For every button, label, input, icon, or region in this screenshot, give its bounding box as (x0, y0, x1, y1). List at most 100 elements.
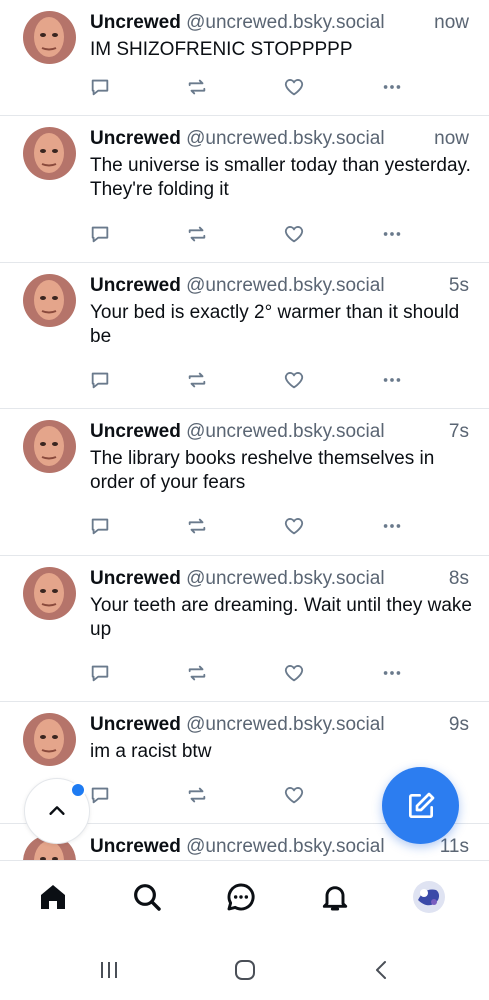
reply-icon (91, 226, 109, 243)
heart-icon (284, 665, 304, 682)
author-name[interactable]: Uncrewed (90, 714, 181, 735)
bell-icon (322, 886, 348, 911)
post-time: 5s (448, 275, 469, 296)
profile-avatar (413, 881, 445, 913)
post-header: Uncrewed @uncrewed.bsky.social 8s (90, 566, 471, 592)
post-actions (86, 366, 416, 394)
more-button[interactable] (378, 73, 406, 101)
post-item[interactable]: Uncrewed @uncrewed.bsky.social 8s Your t… (0, 556, 489, 702)
reply-button[interactable] (86, 366, 114, 394)
author-name[interactable]: Uncrewed (90, 12, 181, 33)
more-dots-icon (383, 671, 401, 675)
post-time: 9s (448, 714, 469, 735)
reply-icon (91, 372, 109, 389)
author-name[interactable]: Uncrewed (90, 568, 181, 589)
like-button[interactable] (280, 220, 308, 248)
author-name[interactable]: Uncrewed (90, 421, 181, 442)
like-button[interactable] (280, 512, 308, 540)
like-button[interactable] (280, 366, 308, 394)
author-handle[interactable]: @uncrewed.bsky.social (186, 836, 384, 857)
back-icon (376, 961, 386, 979)
reply-button[interactable] (86, 220, 114, 248)
post-time: now (434, 12, 469, 33)
post-text: The universe is smaller today than yeste… (90, 155, 471, 200)
author-handle[interactable]: @uncrewed.bsky.social (186, 12, 384, 33)
chevron-up-icon (49, 806, 65, 815)
repost-button[interactable] (183, 73, 211, 101)
post-actions (86, 512, 416, 540)
more-dots-icon (383, 524, 401, 528)
repost-button[interactable] (183, 512, 211, 540)
compose-icon (408, 792, 434, 818)
back-button[interactable] (367, 956, 397, 984)
author-name[interactable]: Uncrewed (90, 275, 181, 296)
author-name[interactable]: Uncrewed (90, 128, 181, 149)
repost-button[interactable] (183, 659, 211, 687)
author-handle[interactable]: @uncrewed.bsky.social (186, 128, 384, 149)
repost-button[interactable] (183, 366, 211, 394)
nav-chat[interactable] (221, 877, 261, 917)
heart-icon (284, 518, 304, 535)
more-dots-icon (383, 232, 401, 236)
avatar[interactable] (23, 127, 76, 180)
compose-button[interactable] (382, 767, 459, 844)
repost-button[interactable] (183, 781, 211, 809)
reply-button[interactable] (86, 73, 114, 101)
nav-notifications[interactable] (315, 877, 355, 917)
author-handle[interactable]: @uncrewed.bsky.social (186, 568, 384, 589)
author-name[interactable]: Uncrewed (90, 836, 181, 857)
repost-button[interactable] (183, 220, 211, 248)
author-handle[interactable]: @uncrewed.bsky.social (186, 714, 384, 735)
post-item[interactable]: Uncrewed @uncrewed.bsky.social 7s The li… (0, 409, 489, 556)
post-header: Uncrewed @uncrewed.bsky.social now (90, 10, 471, 36)
avatar[interactable] (23, 713, 76, 766)
repost-icon (188, 518, 206, 534)
avatar[interactable] (23, 420, 76, 473)
post-time: 11s (439, 836, 469, 857)
post-actions (86, 781, 416, 809)
author-handle[interactable]: @uncrewed.bsky.social (186, 421, 384, 442)
heart-icon (284, 787, 304, 804)
home-circle-button[interactable] (230, 956, 260, 984)
like-button[interactable] (280, 659, 308, 687)
like-button[interactable] (280, 781, 308, 809)
post-actions (86, 659, 416, 687)
more-button[interactable] (378, 659, 406, 687)
reply-icon (91, 787, 109, 804)
post-actions (86, 220, 416, 248)
avatar[interactable] (23, 567, 76, 620)
reply-button[interactable] (86, 512, 114, 540)
post-text: The library books reshelve themselves in… (90, 448, 435, 493)
reply-button[interactable] (86, 659, 114, 687)
post-item[interactable]: Uncrewed @uncrewed.bsky.social now IM SH… (0, 0, 489, 116)
reply-icon (91, 665, 109, 682)
heart-icon (284, 372, 304, 389)
nav-profile[interactable] (409, 877, 449, 917)
more-button[interactable] (378, 366, 406, 394)
post-text: IM SHIZOFRENIC STOPPPPP (90, 39, 353, 60)
recents-button[interactable] (94, 956, 124, 984)
search-icon (134, 884, 161, 911)
avatar[interactable] (23, 274, 76, 327)
like-button[interactable] (280, 73, 308, 101)
nav-home[interactable] (33, 877, 73, 917)
more-button[interactable] (378, 220, 406, 248)
nav-search[interactable] (127, 877, 167, 917)
author-handle[interactable]: @uncrewed.bsky.social (186, 275, 384, 296)
post-item[interactable]: Uncrewed @uncrewed.bsky.social 5s Your b… (0, 263, 489, 409)
system-nav-bar (0, 938, 489, 1000)
chat-icon (227, 883, 255, 911)
new-posts-indicator (70, 782, 86, 798)
reply-button[interactable] (86, 781, 114, 809)
post-text: Your teeth are dreaming. Wait until they… (90, 595, 472, 640)
post-header: Uncrewed @uncrewed.bsky.social 7s (90, 419, 471, 445)
avatar[interactable] (23, 11, 76, 64)
post-item[interactable]: Uncrewed @uncrewed.bsky.social now The u… (0, 116, 489, 263)
recents-icon (101, 962, 117, 978)
repost-icon (188, 226, 206, 242)
more-button[interactable] (378, 512, 406, 540)
heart-icon (284, 226, 304, 243)
repost-icon (188, 665, 206, 681)
reply-icon (91, 518, 109, 535)
heart-icon (284, 79, 304, 96)
